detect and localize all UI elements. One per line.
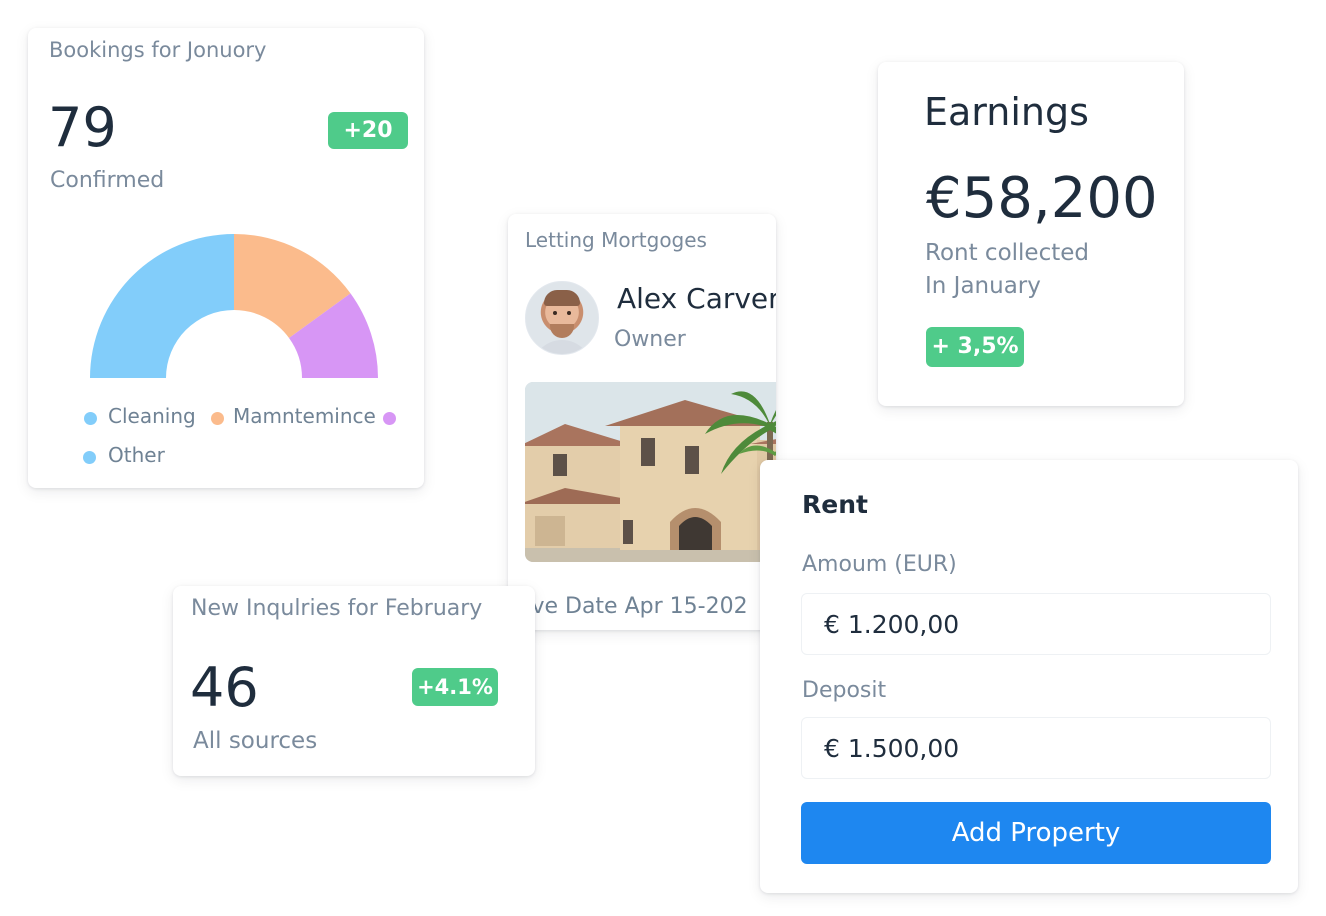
bookings-donut-chart xyxy=(90,234,378,378)
inquiries-count: 46 xyxy=(190,656,259,719)
owner-role: Owner xyxy=(614,327,686,352)
earnings-card: Earnings €58,200 Ront collected In Janua… xyxy=(878,62,1184,406)
owner-avatar xyxy=(525,281,599,355)
letting-card: Letting Mortgoges Alex Carver Owner ove … xyxy=(508,214,776,630)
move-date: ove Date Apr 15-202 xyxy=(518,594,748,619)
inquiries-title: New Inqulries for February xyxy=(191,596,483,621)
legend-dot-third xyxy=(383,412,396,425)
legend-dot-cleaning xyxy=(84,412,97,425)
inquiries-card: New Inqulries for February 46 All source… xyxy=(173,586,535,776)
amount-input[interactable] xyxy=(801,593,1271,655)
earnings-subtitle-line1: Ront collected xyxy=(925,240,1089,266)
donut-slice-cleaning xyxy=(90,234,234,378)
legend-label-maintenance: Mamntemince xyxy=(233,404,376,428)
earnings-amount: €58,200 xyxy=(926,166,1158,231)
legend-label-other: Other xyxy=(108,443,165,467)
dashboard-collage: Bookings for Jonuory 79 Confirmed +20 Cl… xyxy=(0,0,1326,916)
legend-label-cleaning: Cleaning xyxy=(108,404,196,428)
earnings-title: Earnings xyxy=(924,90,1089,134)
deposit-label: Deposit xyxy=(802,678,887,703)
add-property-button[interactable]: Add Property xyxy=(801,802,1271,864)
legend-dot-maintenance xyxy=(211,412,224,425)
legend-dot-other xyxy=(83,451,96,464)
owner-name: Alex Carver xyxy=(617,282,776,315)
earnings-subtitle-line2: In January xyxy=(925,273,1041,299)
rent-form-card: Rent Amoum (EUR) Deposit Add Property xyxy=(760,460,1298,893)
deposit-input[interactable] xyxy=(801,717,1271,779)
amount-label: Amoum (EUR) xyxy=(802,552,957,577)
inquiries-change-badge: +4.1% xyxy=(412,668,498,706)
property-photo[interactable] xyxy=(525,382,776,562)
letting-title: Letting Mortgoges xyxy=(525,228,707,252)
earnings-change-badge: + 3,5% xyxy=(926,327,1024,367)
rent-title: Rent xyxy=(802,490,868,519)
inquiries-label: All sources xyxy=(193,728,318,754)
bookings-card: Bookings for Jonuory 79 Confirmed +20 Cl… xyxy=(28,28,424,488)
